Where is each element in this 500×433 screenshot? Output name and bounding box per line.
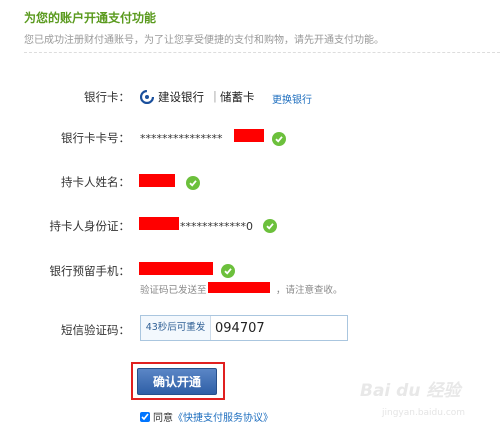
bank-card-label: 银行卡： <box>84 90 130 104</box>
sms-sent-hint-suffix: ，请注意查收。 <box>276 285 343 296</box>
page-title: 为您的账户开通支付功能 <box>24 11 157 25</box>
confirm-open-button[interactable]: 确认开通 <box>137 368 217 395</box>
baidu-watermark: Bai du 经验 jingyan.baidu.com <box>360 376 490 424</box>
sms-sent-hint: 验证码已发送至 <box>140 285 207 296</box>
watermark-url: jingyan.baidu.com <box>382 408 466 418</box>
card-type: 储蓄卡 <box>220 90 255 104</box>
card-number-value: *************** <box>140 132 223 145</box>
holder-name-check-icon <box>186 176 200 190</box>
agreement-row: 同意《快捷支付服务协议》 <box>140 409 273 424</box>
id-number-check-icon <box>263 219 277 233</box>
agreement-link[interactable]: 《快捷支付服务协议》 <box>173 413 273 424</box>
id-number-value: ************0 <box>180 220 253 233</box>
bank-name: 建设银行 <box>158 90 204 104</box>
id-number-label: 持卡人身份证： <box>49 219 131 233</box>
agreement-prefix: 同意 <box>153 413 173 424</box>
ccb-bank-logo-icon <box>139 89 155 105</box>
phone-redaction <box>139 262 213 275</box>
card-number-label: 银行卡卡号： <box>61 131 130 145</box>
id-number-redaction <box>139 217 179 230</box>
holder-name-redaction <box>139 174 175 187</box>
divider <box>24 52 500 53</box>
sms-code-field: 43秒后可重发 <box>140 315 348 341</box>
card-number-check-icon <box>272 132 286 146</box>
card-number-redaction <box>234 129 264 142</box>
phone-check-icon <box>221 264 235 278</box>
holder-name-label: 持卡人姓名： <box>61 175 130 189</box>
watermark-brand: Bai du 经验 <box>360 381 461 401</box>
change-bank-link[interactable]: 更换银行 <box>272 91 312 106</box>
bank-separator: | <box>213 89 217 103</box>
sms-hint-redaction <box>208 282 270 293</box>
resend-code-button[interactable]: 43秒后可重发 <box>141 316 211 340</box>
agreement-checkbox[interactable] <box>140 412 150 422</box>
sms-code-input[interactable] <box>215 317 341 339</box>
sms-code-label: 短信验证码： <box>61 323 130 337</box>
page-subtitle: 您已成功注册财付通账号，为了让您享受便捷的支付和购物，请先开通支付功能。 <box>24 35 384 46</box>
phone-label: 银行预留手机： <box>49 264 131 278</box>
